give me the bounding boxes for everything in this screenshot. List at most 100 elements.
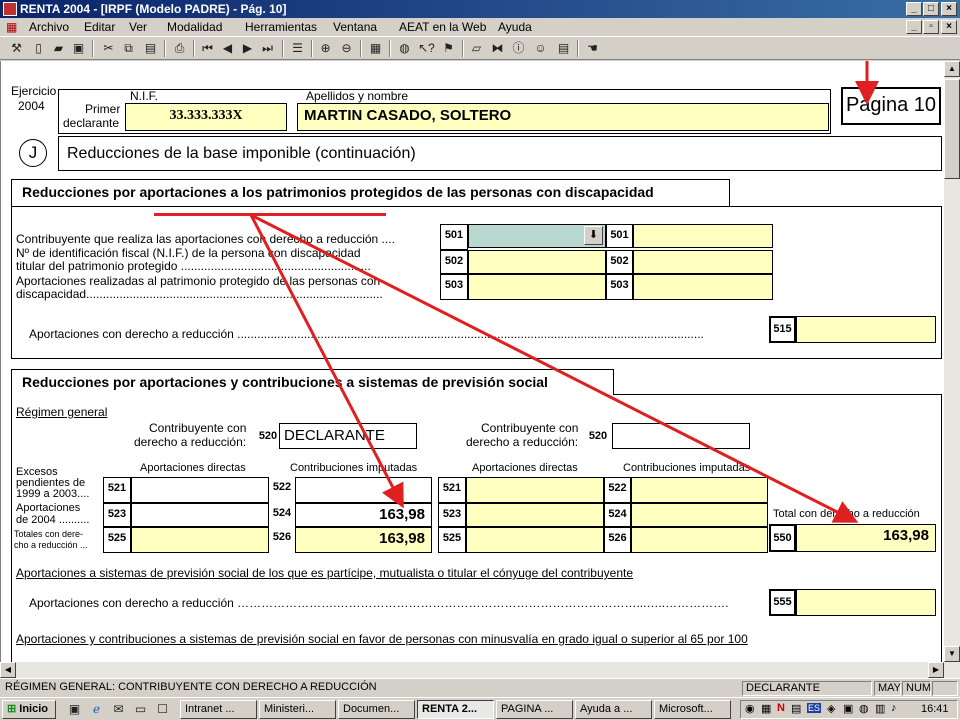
field-525[interactable] <box>131 527 269 553</box>
info-icon[interactable]: ⓘ <box>510 40 527 57</box>
list-icon[interactable]: ☰ <box>289 40 306 57</box>
task-renta[interactable]: RENTA 2... <box>417 700 494 719</box>
hand-icon[interactable]: ☚ <box>584 40 601 57</box>
save-icon[interactable]: ▣ <box>70 40 87 57</box>
help-pointer-icon[interactable]: ↖? <box>418 40 435 57</box>
prev-page-icon[interactable]: ◀ <box>219 40 236 57</box>
menu-ventana[interactable]: Ventana <box>333 20 377 34</box>
tray-icon-4[interactable]: ▤ <box>791 702 801 715</box>
tray-icon-3[interactable]: N <box>777 702 785 714</box>
col-directas-label-b: Aportaciones directas <box>472 462 578 474</box>
menu-aeat-web[interactable]: AEAT en la Web <box>399 20 486 34</box>
field-523-b[interactable] <box>466 503 604 527</box>
tools-icon[interactable]: ⚒ <box>8 40 25 57</box>
field-526[interactable]: 163,98 <box>295 527 432 553</box>
field-521-b[interactable] <box>466 477 604 503</box>
horizontal-scrollbar[interactable]: ◀ ▶ <box>0 662 960 678</box>
field-526-b[interactable] <box>631 527 768 553</box>
open-icon[interactable]: ▰ <box>50 40 67 57</box>
flag-icon[interactable]: ⚑ <box>440 40 457 57</box>
minimize-button[interactable]: _ <box>906 2 922 16</box>
doc-icon[interactable]: ▦ <box>6 20 17 34</box>
doc-close-button[interactable]: × <box>941 20 957 34</box>
field-501-b[interactable] <box>633 224 773 248</box>
copy-icon[interactable]: ⧉ <box>120 40 137 57</box>
paste-icon[interactable]: ▤ <box>142 40 159 57</box>
print-icon[interactable]: ⎙ <box>171 40 188 57</box>
vertical-scrollbar[interactable]: ▲ ▼ <box>944 61 960 662</box>
quicklaunch-icon-5[interactable]: ☐ <box>154 701 171 718</box>
scroll-down-icon[interactable]: ▼ <box>944 646 960 662</box>
tray-icon-1[interactable]: ◉ <box>745 702 755 715</box>
tray-icon-2[interactable]: ▦ <box>761 702 771 715</box>
field-524-b[interactable] <box>631 503 768 527</box>
menu-editar[interactable]: Editar <box>84 20 115 34</box>
scroll-thumb[interactable] <box>944 79 960 179</box>
form-icon[interactable]: ▤ <box>555 40 572 57</box>
new-icon[interactable]: ▯ <box>30 40 47 57</box>
calculator-icon[interactable]: ▦ <box>367 40 384 57</box>
declarante-label: declarante <box>63 116 120 130</box>
menu-ver[interactable]: Ver <box>129 20 147 34</box>
document-icon[interactable]: ▱ <box>468 40 485 57</box>
declarante-field[interactable]: DECLARANTE <box>279 423 417 449</box>
field-502-b[interactable] <box>633 250 773 274</box>
menu-modalidad[interactable]: Modalidad <box>167 20 222 34</box>
first-page-icon[interactable]: ⏮ <box>199 40 216 57</box>
start-button[interactable]: ⊞ Inicio <box>2 700 56 719</box>
scroll-right-icon[interactable]: ▶ <box>928 662 944 678</box>
quicklaunch-icon-3[interactable]: ✉ <box>110 701 127 718</box>
attach-icon[interactable]: ⧓ <box>489 40 506 57</box>
nif-field[interactable]: 33.333.333X <box>125 103 287 131</box>
users-icon[interactable]: ☺ <box>532 40 549 57</box>
quicklaunch-icon-1[interactable]: ▣ <box>66 701 83 718</box>
scroll-up-icon[interactable]: ▲ <box>944 61 960 77</box>
scroll-left-icon[interactable]: ◀ <box>0 662 16 678</box>
task-ministeri[interactable]: Ministeri... <box>259 700 336 719</box>
field-515[interactable] <box>796 316 936 343</box>
globe-icon[interactable]: ◍ <box>396 40 413 57</box>
field-521[interactable] <box>131 477 269 503</box>
menu-herramientas[interactable]: Herramientas <box>245 20 317 34</box>
maximize-button[interactable]: □ <box>923 2 939 16</box>
field-503[interactable] <box>468 274 606 300</box>
menu-archivo[interactable]: Archivo <box>29 20 69 34</box>
field-525-b[interactable] <box>466 527 604 553</box>
tray-icon-7[interactable]: ▣ <box>843 702 853 715</box>
task-documen[interactable]: Documen... <box>338 700 415 719</box>
doc-restore-button[interactable]: ▫ <box>923 20 939 34</box>
field-502[interactable] <box>468 250 606 274</box>
menu-bar: ▦ Archivo Editar Ver Modalidad Herramien… <box>0 18 960 36</box>
task-microsoft[interactable]: Microsoft... <box>654 700 731 719</box>
ie-icon[interactable]: ℯ <box>88 701 105 718</box>
dropdown-arrow-icon[interactable]: ⬇ <box>584 226 603 245</box>
task-ayuda[interactable]: Ayuda a ... <box>575 700 652 719</box>
field-503-b[interactable] <box>633 274 773 300</box>
cut-icon[interactable]: ✂ <box>100 40 117 57</box>
zoom-in-icon[interactable]: ⊕ <box>317 40 334 57</box>
tray-icon-9[interactable]: ▥ <box>875 702 885 715</box>
field-555[interactable] <box>796 589 936 616</box>
tray-icon-6[interactable]: ◈ <box>827 702 835 715</box>
field-520-b[interactable] <box>612 423 750 449</box>
title-bar: RENTA 2004 - [IRPF (Modelo PADRE) - Pág.… <box>0 0 960 18</box>
task-intranet[interactable]: Intranet ... <box>180 700 257 719</box>
name-field[interactable]: MARTIN CASADO, SOLTERO <box>297 103 829 131</box>
speaker-icon[interactable]: ♪ <box>891 702 897 714</box>
doc-minimize-button[interactable]: _ <box>906 20 922 34</box>
last-page-icon[interactable]: ⏭ <box>259 40 276 57</box>
field-522[interactable] <box>295 477 432 503</box>
field-523[interactable] <box>131 503 269 527</box>
language-indicator[interactable]: ES <box>807 703 822 713</box>
menu-ayuda[interactable]: Ayuda <box>498 20 532 34</box>
totales-label-1: Totales con dere- <box>14 529 84 539</box>
zoom-out-icon[interactable]: ⊖ <box>338 40 355 57</box>
task-pagina[interactable]: PAGINA ... <box>496 700 573 719</box>
desktop-icon[interactable]: ▭ <box>132 701 149 718</box>
next-page-icon[interactable]: ▶ <box>239 40 256 57</box>
field-550[interactable]: 163,98 <box>796 524 936 552</box>
close-button[interactable]: × <box>941 2 957 16</box>
tray-icon-8[interactable]: ◍ <box>859 702 869 715</box>
field-522-b[interactable] <box>631 477 768 503</box>
field-524[interactable]: 163,98 <box>295 503 432 527</box>
